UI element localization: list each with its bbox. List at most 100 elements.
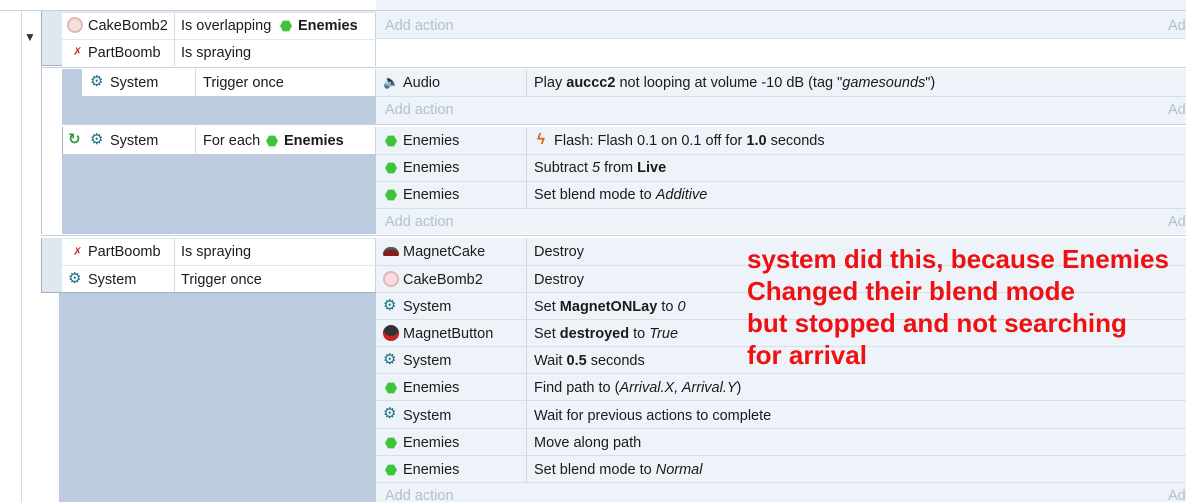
event1-cond2-text: Is spraying <box>181 45 252 61</box>
annotation-line-4: for arrival <box>747 340 867 370</box>
text-part: from <box>600 160 638 176</box>
event2-cond2-object: System <box>88 272 137 288</box>
text-part: seconds <box>766 133 825 149</box>
event1-end-line <box>41 67 1186 68</box>
text-part: 5 <box>592 160 601 176</box>
text-part: Flash: Flash 0.1 on 0.1 off for <box>554 133 747 149</box>
event1-cell-sep <box>174 13 175 66</box>
sub2-cond-object: System <box>110 133 159 149</box>
sub2-action3-text[interactable]: Set blend mode to Additive <box>534 185 707 205</box>
text-part: seconds <box>586 353 645 369</box>
sub1-end-line <box>62 124 1186 125</box>
system-icon: ⚙ <box>68 270 82 287</box>
sub2-action-sep <box>526 127 527 208</box>
event1-add-action[interactable]: Add action <box>385 16 454 36</box>
text-part: to <box>629 326 650 342</box>
system-icon: ⚙ <box>383 351 397 368</box>
event2-action3-text[interactable]: Set MagnetONLay to 0 <box>534 297 686 317</box>
particles-icon: ✗ <box>73 246 83 258</box>
text-part: ) <box>736 380 742 396</box>
loop-icon: ↻ <box>68 131 81 148</box>
text-part: Set <box>534 326 560 342</box>
text-part: 1.0 <box>746 133 767 149</box>
event1-cond1-param: Enemies <box>298 18 358 34</box>
actions-column-bg-top <box>376 0 1186 10</box>
text-part: 0.5 <box>566 353 587 369</box>
collapse-arrow-icon[interactable]: ▼ <box>24 31 36 43</box>
event2-row-line <box>376 428 1186 429</box>
magnetcake-icon <box>383 247 399 256</box>
event2-action4-text[interactable]: Set destroyed to True <box>534 324 678 344</box>
sub2-cond-text: For each <box>203 133 261 149</box>
event1-cond2-object: PartBoomb <box>88 45 161 61</box>
event2-action1-object: MagnetCake <box>403 244 486 260</box>
text-part: True <box>649 326 679 342</box>
event2-action9-object: Enemies <box>403 462 460 478</box>
event1-bottom-line <box>376 38 1186 39</box>
event2-action2-text[interactable]: Destroy <box>534 270 584 290</box>
event2-action3-object: System <box>403 299 452 315</box>
system-icon: ⚙ <box>90 131 104 148</box>
text-part: Arrival.X, Arrival.Y <box>619 380 737 396</box>
text-part: not looping at volume -10 dB (tag " <box>615 75 843 91</box>
sub2-action2-object: Enemies <box>403 160 460 176</box>
sub1-row-line <box>376 96 1186 97</box>
event2-add-action[interactable]: Add action <box>385 486 454 502</box>
event2-action7-object: System <box>403 408 452 424</box>
system-icon: ⚙ <box>383 405 397 422</box>
event2-action8-object: Enemies <box>403 435 460 451</box>
text-part: destroyed <box>559 326 630 342</box>
audio-icon: 🔈 <box>383 74 400 89</box>
event2-row-line <box>376 482 1186 483</box>
system-icon: ⚙ <box>383 297 397 314</box>
sub1-cond-object: System <box>110 75 159 91</box>
event2-action2-object: CakeBomb2 <box>403 272 483 288</box>
event2-action5-text[interactable]: Wait 0.5 seconds <box>534 351 645 371</box>
event1-add-action-right[interactable]: Ad <box>1168 16 1186 36</box>
sub2-row-line <box>376 208 1186 209</box>
annotation-line-3: but stopped and not searching <box>747 308 1127 338</box>
sub1-add-action-right[interactable]: Ad <box>1168 100 1186 120</box>
text-part: Additive <box>655 187 708 203</box>
sub1-add-action[interactable]: Add action <box>385 100 454 120</box>
event2-action-sep <box>526 238 527 483</box>
sub1-action1-text[interactable]: Play auccc2 not looping at volume -10 dB… <box>534 73 935 93</box>
sub1-action-sep <box>526 69 527 96</box>
sub2-row-line <box>376 181 1186 182</box>
cakebomb2-icon <box>67 17 83 33</box>
sub2-action2-text[interactable]: Subtract 5 from Live <box>534 158 666 178</box>
sub2-cell-sep <box>195 127 196 154</box>
event2-row-line <box>376 373 1186 374</box>
text-part: Live <box>637 160 667 176</box>
event2-row-line <box>376 455 1186 456</box>
tree-guide-event1 <box>41 66 42 234</box>
text-part: Subtract <box>534 160 593 176</box>
event1-actions-bg <box>376 11 1186 38</box>
text-part: MagnetONLay <box>559 299 658 315</box>
event2-action6-text[interactable]: Find path to (Arrival.X, Arrival.Y) <box>534 378 741 398</box>
sub2-row-line <box>376 154 1186 155</box>
text-part: ") <box>925 75 936 91</box>
event2-add-action-right[interactable]: Ad <box>1168 486 1186 502</box>
event1-cond1-object: CakeBomb2 <box>88 18 168 34</box>
event1-cond1-text: Is overlapping <box>181 18 272 34</box>
text-part: Set <box>534 299 560 315</box>
event2-action1-text[interactable]: Destroy <box>534 242 584 262</box>
event2-action9-text[interactable]: Set blend mode to Normal <box>534 460 702 480</box>
sub2-add-action[interactable]: Add action <box>385 212 454 232</box>
sub1-action1-object: Audio <box>403 75 441 91</box>
text-part: 0 <box>677 299 686 315</box>
event2-action8-text[interactable]: Move along path <box>534 433 641 453</box>
event2-action6-object: Enemies <box>403 380 460 396</box>
event2-cell-sep <box>174 239 175 292</box>
sub2-add-action-right[interactable]: Ad <box>1168 212 1186 232</box>
event2-row-line <box>376 400 1186 401</box>
sub2-action1-text[interactable]: Flash: Flash 0.1 on 0.1 off for 1.0 seco… <box>554 131 825 151</box>
text-part: Find path to ( <box>534 380 620 396</box>
text-part: to <box>657 299 678 315</box>
particles-icon: ✗ <box>73 46 83 58</box>
event2-action7-text[interactable]: Wait for previous actions to complete <box>534 406 771 426</box>
text-part: Play <box>534 75 567 91</box>
annotation-line-2: Changed their blend mode <box>747 276 1075 306</box>
sub2-cond-param: Enemies <box>284 133 344 149</box>
